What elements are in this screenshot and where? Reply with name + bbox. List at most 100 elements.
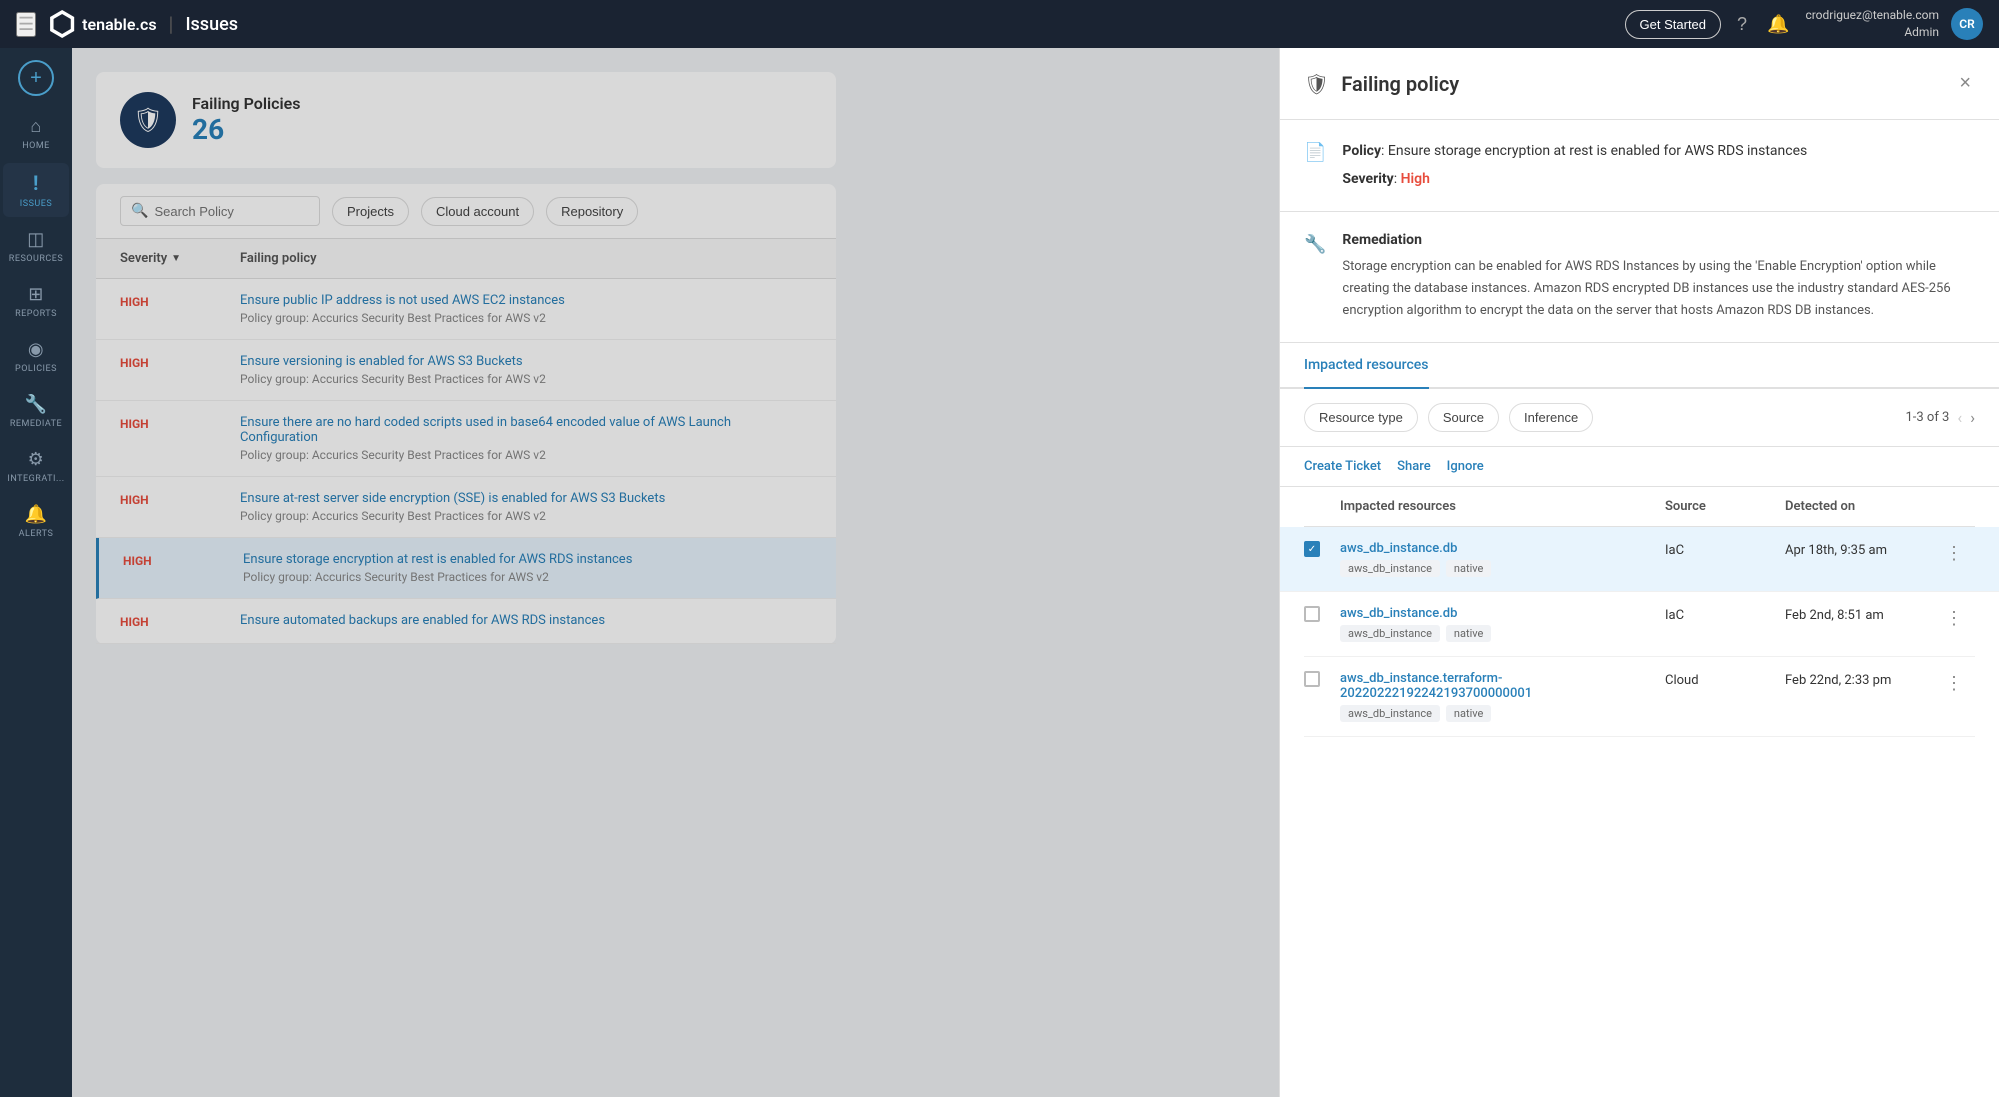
actions-bar: Create Ticket Share Ignore (1280, 447, 1999, 487)
get-started-button[interactable]: Get Started (1625, 10, 1721, 39)
sidebar-issues-label: ISSUES (20, 199, 52, 209)
resource-detected: Apr 18th, 9:35 am (1785, 541, 1945, 558)
source-chip[interactable]: Source (1428, 403, 1499, 432)
sidebar-integrations-label: INTEGRATI... (7, 474, 64, 484)
row-menu-icon[interactable]: ⋮ (1945, 606, 1975, 629)
avatar[interactable]: CR (1951, 8, 1983, 40)
panel-close-button[interactable]: × (1955, 68, 1975, 99)
resource-tag-type: aws_db_instance (1340, 705, 1440, 722)
filter-chips-bar: Resource type Source Inference 1-3 of 3 … (1280, 389, 1999, 447)
resource-row[interactable]: aws_db_instance.db aws_db_instance nativ… (1304, 592, 1975, 657)
resource-row[interactable]: ✓ aws_db_instance.db aws_db_instance nat… (1280, 527, 1999, 592)
policy-label: Policy (1342, 143, 1381, 159)
resource-link[interactable]: aws_db_instance.terraform-20220222192242… (1340, 671, 1665, 701)
resource-tags: aws_db_instance native (1340, 625, 1665, 642)
app-title: Issues (185, 14, 238, 35)
resource-tag-type: aws_db_instance (1340, 560, 1440, 577)
sidebar-item-issues[interactable]: ! ISSUES (3, 163, 69, 217)
sidebar-item-policies[interactable]: ◉ POLICIES (3, 331, 69, 382)
sidebar-remediate-label: REMEDIATE (10, 419, 62, 429)
nav-divider: | (169, 12, 174, 36)
resources-rows-container: ✓ aws_db_instance.db aws_db_instance nat… (1304, 527, 1975, 737)
prev-page-icon[interactable]: ‹ (1957, 408, 1962, 427)
resource-tags: aws_db_instance native (1340, 560, 1665, 577)
panel-title: Failing policy (1341, 72, 1943, 96)
policy-text: Ensure storage encryption at rest is ena… (1388, 143, 1807, 159)
sidebar-item-alerts[interactable]: 🔔 ALERTS (3, 496, 69, 547)
resource-tags: aws_db_instance native (1340, 705, 1665, 722)
sidebar-alerts-label: ALERTS (19, 529, 54, 539)
chips-left: Resource type Source Inference (1304, 403, 1593, 432)
resource-source: Cloud (1665, 671, 1785, 688)
backdrop-overlay (72, 48, 1279, 1097)
row-checkbox[interactable] (1304, 671, 1320, 687)
next-page-icon[interactable]: › (1970, 408, 1975, 427)
resource-type-chip[interactable]: Resource type (1304, 403, 1418, 432)
reports-icon: ⊞ (28, 284, 44, 305)
menu-icon[interactable]: ☰ (16, 12, 36, 37)
user-info: crodriguez@tenable.com Admin (1805, 7, 1939, 41)
resource-link[interactable]: aws_db_instance.db (1340, 606, 1665, 621)
user-role: Admin (1805, 24, 1939, 41)
resources-table: Impacted resources Source Detected on ✓ … (1280, 487, 1999, 737)
resource-tag-native: native (1446, 560, 1491, 577)
severity-value: High (1401, 171, 1430, 187)
sidebar-home-label: HOME (22, 141, 50, 151)
remediate-icon: 🔧 (25, 394, 48, 415)
resource-link[interactable]: aws_db_instance.db (1340, 541, 1665, 556)
resource-row[interactable]: aws_db_instance.terraform-20220222192242… (1304, 657, 1975, 737)
help-icon[interactable]: ? (1733, 10, 1751, 39)
row-menu-icon[interactable]: ⋮ (1945, 671, 1975, 694)
user-email: crodriguez@tenable.com (1805, 7, 1939, 24)
wrench-icon: 🔧 (1304, 234, 1326, 322)
document-icon: 📄 (1304, 142, 1326, 191)
tab-impacted-resources[interactable]: Impacted resources (1304, 343, 1429, 389)
app-body: + ⌂ HOME ! ISSUES ◫ RESOURCES ⊞ REPORTS … (0, 48, 1999, 1097)
topnav: ☰ tenable.cs | Issues Get Started ? 🔔 cr… (0, 0, 1999, 48)
sidebar: + ⌂ HOME ! ISSUES ◫ RESOURCES ⊞ REPORTS … (0, 48, 72, 1097)
ignore-link[interactable]: Ignore (1447, 459, 1484, 474)
resource-tag-type: aws_db_instance (1340, 625, 1440, 642)
source-header: Source (1665, 499, 1785, 514)
resources-icon: ◫ (27, 229, 45, 250)
impacted-resources-header: Impacted resources (1340, 499, 1665, 514)
pagination: 1-3 of 3 ‹ › (1905, 408, 1975, 427)
add-button[interactable]: + (18, 60, 54, 96)
row-menu-icon[interactable]: ⋮ (1945, 541, 1975, 564)
logo-hexagon (48, 10, 76, 38)
resource-info: aws_db_instance.terraform-20220222192242… (1340, 671, 1665, 722)
create-ticket-link[interactable]: Create Ticket (1304, 459, 1381, 474)
remediation-text: Storage encryption can be enabled for AW… (1342, 256, 1975, 322)
row-checkbox-col (1304, 606, 1340, 622)
remediation-content: Remediation Storage encryption can be en… (1342, 232, 1975, 322)
sidebar-item-reports[interactable]: ⊞ REPORTS (3, 276, 69, 327)
panel-header: 🛡 Failing policy × (1280, 48, 1999, 120)
logo-text: tenable.cs (82, 15, 156, 34)
resource-tag-native: native (1446, 625, 1491, 642)
notification-icon[interactable]: 🔔 (1763, 10, 1793, 39)
sidebar-item-remediate[interactable]: 🔧 REMEDIATE (3, 386, 69, 437)
severity-label: Severity (1342, 171, 1393, 187)
resource-tag-native: native (1446, 705, 1491, 722)
sidebar-item-integrations[interactable]: ⚙ INTEGRATI... (3, 441, 69, 492)
policy-info-content: Policy: Ensure storage encryption at res… (1342, 140, 1975, 191)
row-checkbox[interactable]: ✓ (1304, 541, 1320, 557)
remediation-section: 🔧 Remediation Storage encryption can be … (1280, 212, 1999, 343)
sidebar-reports-label: REPORTS (15, 309, 57, 319)
row-checkbox-col (1304, 671, 1340, 687)
resource-detected: Feb 22nd, 2:33 pm (1785, 671, 1945, 688)
row-checkbox-col: ✓ (1304, 541, 1340, 557)
remediation-title: Remediation (1342, 232, 1975, 248)
inference-chip[interactable]: Inference (1509, 403, 1593, 432)
policy-info-section: 📄 Policy: Ensure storage encryption at r… (1280, 120, 1999, 212)
panel-shield-icon: 🛡 (1304, 72, 1329, 96)
share-link[interactable]: Share (1397, 459, 1431, 474)
resource-source: IaC (1665, 541, 1785, 558)
policy-info-text: Policy: Ensure storage encryption at res… (1342, 140, 1975, 162)
row-checkbox[interactable] (1304, 606, 1320, 622)
resource-detected: Feb 2nd, 8:51 am (1785, 606, 1945, 623)
resources-table-header: Impacted resources Source Detected on (1304, 487, 1975, 527)
sidebar-item-resources[interactable]: ◫ RESOURCES (3, 221, 69, 272)
sidebar-resources-label: RESOURCES (9, 254, 63, 264)
sidebar-item-home[interactable]: ⌂ HOME (3, 108, 69, 159)
